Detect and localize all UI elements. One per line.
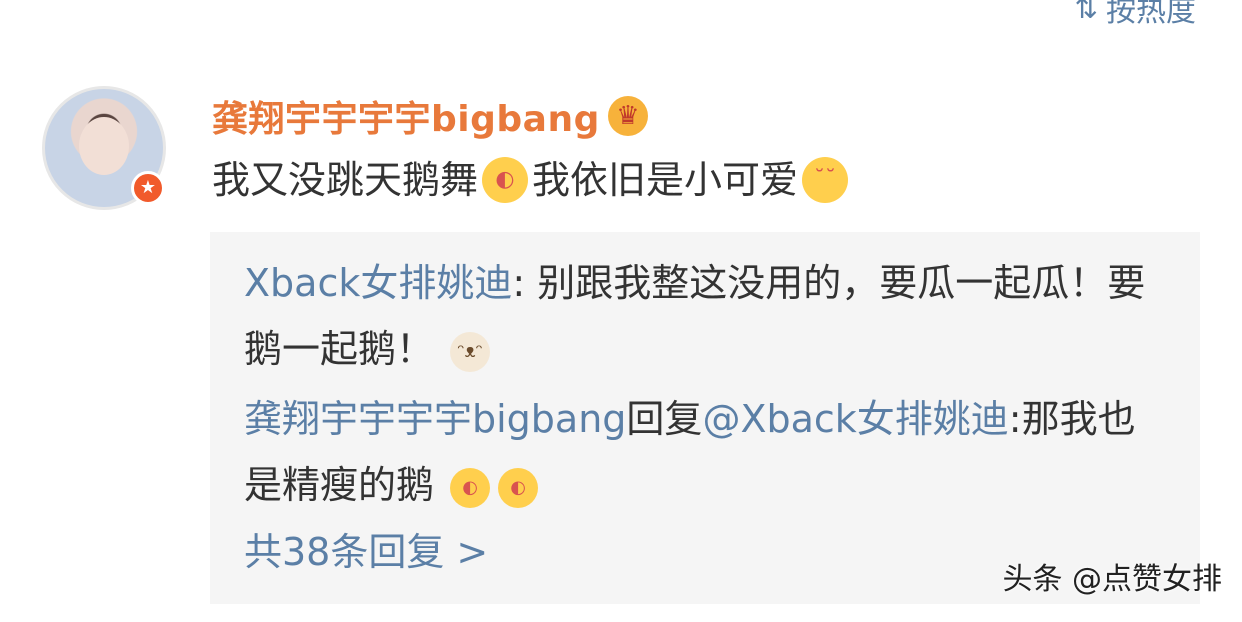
sort-by-hot-button[interactable]: ⇅ 按热度 xyxy=(1075,0,1196,30)
comment-text-part2: 我依旧是小可爱 xyxy=(532,158,799,202)
view-more-replies-link[interactable]: 共38条回复 > xyxy=(244,522,488,582)
username-link[interactable]: 龚翔宇宇宇宇bigbang xyxy=(212,90,600,142)
comment-text-part1: 我又没跳天鹅舞 xyxy=(212,158,479,202)
watermelon-emoji-icon: ◐ xyxy=(498,467,539,508)
avatar-face xyxy=(79,117,129,175)
replies-panel: Xback女排姚迪: 别跟我整这没用的，要瓜一起瓜！要鹅一起鹅！ ᵔᴥᵔ 龚翔宇… xyxy=(210,232,1200,604)
watermark: 头条 @点赞女排 xyxy=(1002,562,1222,597)
verified-badge-icon: ★ xyxy=(131,171,165,205)
reply-item: Xback女排姚迪: 别跟我整这没用的，要瓜一起瓜！要鹅一起鹅！ ᵔᴥᵔ xyxy=(244,250,1146,382)
comment: 龚翔宇宇宇宇bigbang ♛ 我又没跳天鹅舞 ◐ 我依旧是小可爱 ˘˘ xyxy=(212,88,1202,210)
reply-item: 龚翔宇宇宇宇bigbang回复@Xback女排姚迪:那我也是精瘦的鹅 ◐ ◐ xyxy=(244,386,1146,518)
watermelon-emoji-icon: ◐ xyxy=(450,467,491,508)
blush-emoji-icon: ˘˘ xyxy=(802,157,849,203)
reply-author-link[interactable]: Xback女排姚迪 xyxy=(244,261,512,305)
watermelon-emoji-icon: ◐ xyxy=(482,157,529,203)
reply-author-link[interactable]: 龚翔宇宇宇宇bigbang xyxy=(244,397,626,441)
cat-emoji-icon: ᵔᴥᵔ xyxy=(450,331,491,372)
avatar[interactable]: ★ xyxy=(42,86,166,210)
reply-word: 回复 xyxy=(626,397,703,441)
sort-icon: ⇅ xyxy=(1074,0,1098,25)
username-row: 龚翔宇宇宇宇bigbang ♛ xyxy=(212,88,1202,144)
crown-icon: ♛ xyxy=(607,96,648,136)
reply-mention-link[interactable]: @Xback女排姚迪 xyxy=(702,397,1008,441)
sort-label: 按热度 xyxy=(1106,0,1196,29)
comment-text: 我又没跳天鹅舞 ◐ 我依旧是小可爱 ˘˘ xyxy=(212,150,1202,210)
